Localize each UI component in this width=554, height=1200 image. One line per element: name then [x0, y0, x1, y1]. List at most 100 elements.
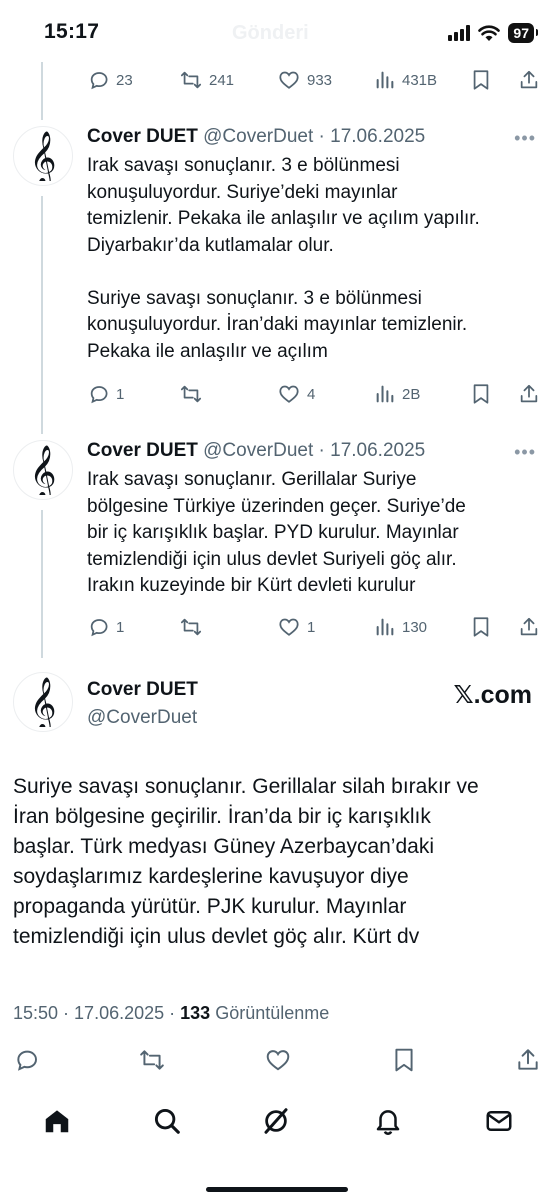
reply-icon — [90, 386, 108, 404]
tweet-header: Cover DUET @CoverDuet · 17.06.2025 — [87, 440, 425, 462]
heart-icon — [279, 385, 299, 403]
home-indicator[interactable] — [206, 1187, 348, 1192]
grok-icon — [264, 1108, 288, 1134]
bookmark-icon — [473, 617, 489, 637]
treble-clef-icon: 𝄞 — [29, 677, 56, 727]
tweet[interactable]: 𝄞 Cover DUET @CoverDuet · 17.06.2025 •••… — [0, 124, 554, 414]
tweet-text: Irak savaşı sonuçlanır. Gerillalar Suriy… — [87, 469, 466, 596]
share-button[interactable] — [518, 616, 540, 638]
more-options-icon[interactable]: ••• — [514, 128, 536, 149]
action-row: 23 241 933 431B — [0, 63, 554, 99]
svg-text:𝄞: 𝄞 — [29, 677, 56, 727]
page-title: Gönderi — [232, 22, 309, 44]
avatar[interactable]: 𝄞 — [13, 440, 73, 500]
cellular-signal-icon — [448, 25, 471, 41]
bookmark-icon — [473, 384, 489, 404]
share-button[interactable] — [515, 1047, 541, 1073]
share-button[interactable] — [518, 383, 540, 405]
tab-grok[interactable] — [261, 1106, 291, 1141]
treble-clef-icon: 𝄞 — [29, 445, 56, 495]
separator-dot: · — [58, 1003, 75, 1023]
author-name[interactable]: Cover DUET — [87, 440, 198, 461]
tweet-date: 17.06.2025 — [74, 1003, 165, 1023]
avatar[interactable]: 𝄞 — [13, 672, 73, 732]
bottom-tab-bar — [0, 1096, 554, 1156]
bookmark-icon — [473, 70, 489, 90]
tweet[interactable]: 𝄞 Cover DUET @CoverDuet · 17.06.2025 •••… — [0, 438, 554, 618]
views-count: 133 — [180, 1003, 211, 1023]
reply-button[interactable]: 1 — [88, 616, 124, 638]
heart-icon — [266, 1050, 290, 1071]
reply-count: 1 — [116, 618, 125, 636]
retweet-button[interactable] — [179, 383, 203, 405]
reply-count: 23 — [116, 71, 133, 89]
author-handle[interactable]: @CoverDuet — [203, 126, 313, 147]
separator-dot: · — [313, 440, 331, 461]
views-button[interactable]: 2B — [374, 383, 420, 405]
tab-search[interactable] — [152, 1106, 182, 1141]
bookmark-icon — [395, 1048, 413, 1072]
bookmark-button[interactable] — [471, 69, 491, 91]
tab-messages[interactable] — [484, 1106, 514, 1141]
reply-icon — [90, 72, 108, 90]
tab-home[interactable] — [42, 1106, 72, 1141]
like-count: 4 — [307, 385, 316, 403]
home-icon — [45, 1110, 69, 1133]
author-handle[interactable]: @CoverDuet — [203, 440, 313, 461]
treble-clef-icon: 𝄞 — [29, 131, 56, 181]
like-button[interactable] — [264, 1047, 292, 1073]
reply-button[interactable]: 23 — [88, 69, 133, 91]
notifications-icon — [376, 1110, 400, 1136]
heart-icon — [279, 618, 299, 636]
retweet-count: 241 — [209, 71, 235, 89]
bookmark-button[interactable] — [471, 616, 491, 638]
retweet-icon — [180, 618, 202, 636]
x-logo: 𝕏.com — [453, 681, 533, 709]
svg-text:𝄞: 𝄞 — [29, 445, 56, 495]
views-button[interactable]: 130 — [374, 616, 427, 638]
retweet-button[interactable] — [138, 1047, 166, 1073]
bookmark-button[interactable] — [471, 383, 491, 405]
views-count: 431B — [402, 71, 438, 89]
retweet-button[interactable] — [179, 616, 203, 638]
like-count: 933 — [307, 71, 333, 89]
share-icon — [520, 70, 538, 89]
author-name[interactable]: Cover DUET — [87, 126, 198, 147]
more-options-icon[interactable]: ••• — [514, 442, 536, 463]
tweet-text: Suriye savaşı sonuçlanır. Gerillalar sil… — [13, 775, 479, 948]
main-action-row — [0, 1043, 554, 1079]
tweet-header: Cover DUET @CoverDuet · 17.06.2025 — [87, 126, 425, 148]
retweet-button[interactable]: 241 — [179, 69, 234, 91]
wifi-icon — [478, 24, 501, 41]
views-icon — [376, 618, 394, 636]
views-count: 2B — [402, 385, 421, 403]
status-icons: 97 — [448, 23, 538, 43]
like-button[interactable]: 4 — [277, 383, 315, 405]
tweet-time: 15:50 — [13, 1003, 59, 1023]
status-bar: 15:17 Gönderi 97 — [0, 0, 554, 62]
views-button[interactable]: 431B — [374, 69, 437, 91]
reply-icon — [90, 619, 108, 637]
share-button[interactable] — [518, 69, 540, 91]
views-count: 130 — [402, 618, 428, 636]
tab-notifications[interactable] — [373, 1106, 403, 1141]
author-handle[interactable]: @CoverDuet — [87, 707, 197, 729]
author-name[interactable]: Cover DUET — [87, 679, 198, 701]
views-icon — [376, 71, 394, 89]
svg-text:𝄞: 𝄞 — [29, 131, 56, 181]
action-row: 1 4 2B — [0, 377, 554, 413]
share-icon — [518, 1049, 538, 1070]
like-button[interactable]: 1 — [277, 616, 315, 638]
reply-button[interactable]: 1 — [88, 383, 124, 405]
like-count: 1 — [307, 618, 316, 636]
tweet-date[interactable]: 17.06.2025 — [330, 126, 425, 147]
status-time: 15:17 — [44, 20, 100, 43]
battery-level: 97 — [508, 23, 538, 43]
avatar[interactable]: 𝄞 — [13, 126, 73, 186]
heart-icon — [279, 71, 299, 89]
tweet-date[interactable]: 17.06.2025 — [330, 440, 425, 461]
like-button[interactable]: 933 — [277, 69, 332, 91]
bookmark-button[interactable] — [392, 1047, 416, 1073]
separator-dot: · — [313, 126, 331, 147]
reply-button[interactable] — [14, 1047, 40, 1073]
